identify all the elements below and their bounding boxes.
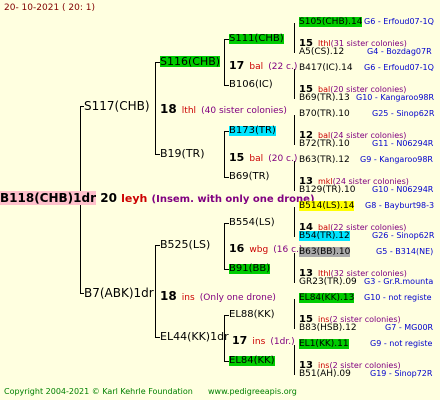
gen4-row: B83(HSB).12: [299, 323, 357, 333]
pedigree-page: 20- 10-2021 ( 20: 1) B118(CHB)1dr 20 ley…: [0, 0, 440, 400]
gen4-right: G6 - Erfoud07-1Q: [364, 63, 434, 72]
gen2-s116-breeder: bal: [249, 62, 264, 72]
root-num: 20: [100, 191, 117, 205]
connector: [224, 39, 225, 85]
gen4-right: G26 - Sinop62R: [372, 231, 435, 240]
gen3-b554: B554(LS): [229, 217, 275, 228]
gen4-right: G7 - MG00R: [385, 323, 434, 332]
gen4-right: G5 - B314(NE): [376, 247, 434, 256]
gen4-row: B54(TR).12: [299, 231, 350, 241]
gen4-right: G19 - Sinop72R: [370, 369, 433, 378]
gen2-el44-breeder: ins: [252, 337, 266, 347]
gen4-row: EL1(KK).11: [299, 339, 349, 349]
gen4-row: B417(IC).14: [299, 63, 353, 73]
gen2-el44-info: 17 ins (1dr.): [232, 331, 295, 347]
gen4-right: G25 - Sinop62R: [372, 109, 435, 118]
gen4-row: B51(AH).09: [299, 369, 351, 379]
gen2-b19-breeder: bal: [249, 154, 264, 164]
gen4-right: G4 - Bozdag07R: [367, 47, 432, 56]
gen3-el88: EL88(KK): [229, 309, 275, 320]
gen4-row: B129(TR).10: [299, 185, 356, 195]
gen4-row: B69(TR).13: [299, 93, 350, 103]
connector: [294, 69, 295, 99]
connector: [294, 207, 295, 237]
footer-site-link[interactable]: www.pedigreeapis.org: [208, 388, 297, 396]
connector: [294, 253, 295, 283]
gen2-el44-name: EL44(KK)1dr: [160, 330, 229, 343]
root-note: (Insem. with only one drone): [151, 194, 315, 205]
gen1-top-num: 18: [160, 102, 177, 116]
gen1-top-name: S117(CHB): [84, 99, 150, 113]
gen4-row: B63(TR).12: [299, 155, 350, 165]
gen2-el44-num: 17: [232, 334, 248, 347]
gen1-top-breeder: lthl: [181, 106, 197, 116]
gen1-bottom-name: B7(ABK)1dr: [84, 286, 154, 300]
gen2-b525-info: 16 wbg (16 c.): [229, 239, 302, 255]
root-queen: B118(CHB)1dr 20 leyh (Insem. with only o…: [0, 191, 315, 205]
gen3-b173: B173(TR): [229, 125, 276, 136]
gen2-s116-name: S116(CHB): [160, 55, 221, 68]
gen4-row: B63(BB).10: [299, 247, 351, 257]
gen4-row: B514(LS).14: [299, 201, 355, 211]
gen3-b69: B69(TR): [229, 171, 270, 182]
connector: [294, 345, 295, 375]
gen2-b19-num: 15: [229, 151, 245, 164]
gen4-right: G6 - Erfoud07-1Q: [364, 17, 434, 26]
gen2-s116-info: 17 bal (22 c.): [229, 56, 297, 72]
gen4-row: A5(CS).12: [299, 47, 345, 57]
header-date: 20- 10-2021 ( 20: 1): [4, 3, 95, 13]
gen1-top-note: (40 sister colonies): [201, 106, 287, 116]
gen4-right: G9 - not registe: [370, 339, 433, 348]
gen4-row: EL84(KK).13: [299, 293, 355, 303]
gen4-row: GR23(TR).09: [299, 277, 357, 287]
gen2-b525-num: 16: [229, 242, 245, 255]
gen4-row: S105(CHB).14: [299, 17, 363, 27]
gen2-s116-note: (22 c.): [268, 62, 298, 72]
gen4-row: B72(TR).10: [299, 139, 350, 149]
gen3-s111: S111(CHB): [229, 33, 284, 44]
connector: [294, 299, 295, 329]
gen2-b19-note: (20 c.): [268, 154, 298, 164]
connector: [224, 223, 225, 269]
root-breeder: leyh: [121, 192, 148, 205]
gen3-b106: B106(IC): [229, 79, 273, 90]
gen3-el84: EL84(KK): [229, 355, 275, 366]
gen2-b19-info: 15 bal (20 c.): [229, 148, 297, 164]
gen2-b525-name: B525(LS): [160, 238, 211, 251]
connector: [224, 131, 225, 177]
root-name: B118(CHB)1dr: [0, 191, 97, 205]
gen4-right: G9 - Kangaroo98R: [360, 155, 433, 164]
gen4-right: G11 - N06294R: [372, 139, 434, 148]
gen4-right: G8 - Bayburt98-3: [365, 201, 435, 210]
connector: [155, 245, 156, 337]
gen1-bottom-breeder: ins: [181, 293, 195, 303]
connector: [294, 115, 295, 145]
gen4-row: B70(TR).10: [299, 109, 350, 119]
connector: [294, 161, 295, 191]
connector: [155, 62, 156, 154]
footer-copyright: Copyright 2004-2021 © Karl Kehrle Founda…: [4, 387, 193, 396]
gen4-right: G10 - Kangaroo98R: [356, 93, 435, 102]
gen1-bottom-info: 18 ins (Only one drone): [160, 287, 276, 303]
gen4-right: G10 - not registe: [364, 293, 432, 302]
gen1-top-info: 18 lthl (40 sister colonies): [160, 100, 287, 116]
gen4-right: G3 - Gr.R.mounta: [364, 277, 434, 286]
gen2-el44-note: (1dr.): [270, 337, 295, 347]
gen2-b525-breeder: wbg: [249, 245, 269, 255]
gen2-s116-num: 17: [229, 59, 245, 72]
connector: [294, 23, 295, 53]
gen4-right: G10 - N06294R: [372, 185, 434, 194]
gen3-b91: B91(BB): [229, 263, 271, 274]
gen2-b19-name: B19(TR): [160, 147, 205, 160]
gen1-bottom-num: 18: [160, 289, 177, 303]
gen1-bottom-note: (Only one drone): [199, 293, 276, 303]
